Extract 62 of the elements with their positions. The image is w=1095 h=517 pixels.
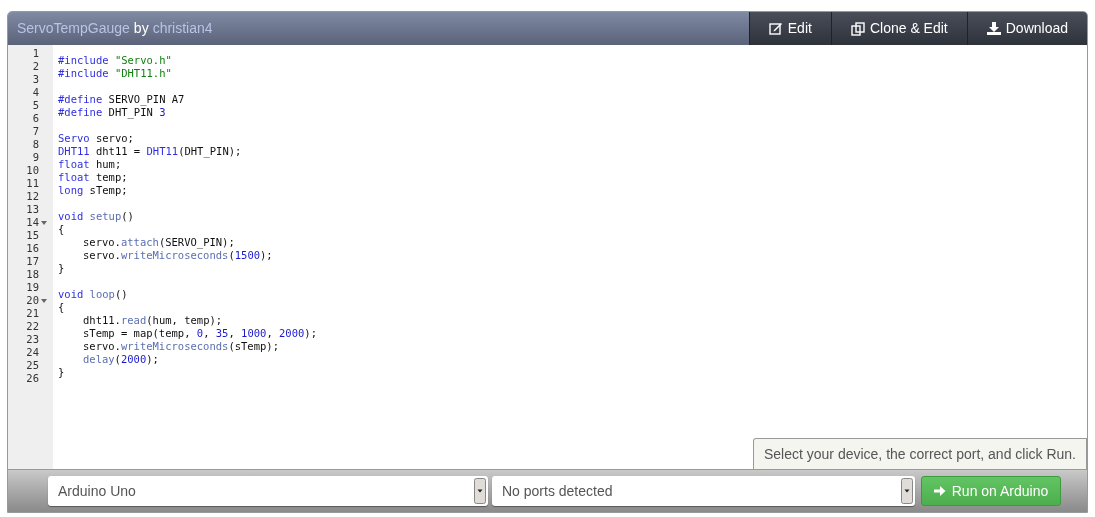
- line-number: 16: [26, 242, 39, 255]
- line-number: 12: [26, 190, 39, 203]
- line-number: 17: [26, 255, 39, 268]
- code-line: float hum;: [58, 158, 122, 170]
- line-number: 7: [32, 125, 39, 138]
- code-line: }: [58, 366, 65, 378]
- line-number: 14: [26, 216, 39, 229]
- code-line: float temp;: [58, 171, 128, 183]
- line-number: 13: [26, 203, 39, 216]
- line-number: 18: [26, 268, 39, 281]
- line-number: 3: [32, 73, 39, 86]
- code-line: void setup(): [58, 210, 134, 222]
- line-number: 9: [32, 151, 39, 164]
- code-line: #define DHT_PIN 3: [58, 106, 166, 118]
- line-number: 2: [32, 60, 39, 73]
- caret-icon: [474, 478, 486, 504]
- by-text: by: [133, 19, 149, 38]
- code-line: sTemp = map(temp, 0, 35, 1000, 2000);: [83, 327, 317, 339]
- clone-button[interactable]: Clone & Edit: [830, 12, 967, 45]
- line-number: 24: [26, 346, 39, 359]
- code-line: {: [58, 223, 65, 235]
- line-number: 8: [32, 138, 39, 151]
- line-number: 4: [32, 86, 39, 99]
- line-number: 15: [26, 229, 39, 242]
- download-icon: [986, 22, 1001, 35]
- line-number: 20: [26, 294, 39, 307]
- code-line: {: [58, 301, 65, 313]
- line-number: 5: [32, 99, 39, 112]
- line-number: 1: [32, 47, 39, 60]
- code-line: #include "Servo.h": [58, 54, 172, 66]
- caret-icon: [901, 478, 913, 504]
- line-number: 26: [26, 372, 39, 385]
- copy-icon: [850, 21, 865, 36]
- line-number: 22: [26, 320, 39, 333]
- code-line: Servo servo;: [58, 132, 134, 144]
- code-line: void loop(): [58, 288, 128, 300]
- line-number: 25: [26, 359, 39, 372]
- arrow-right-icon: [933, 485, 946, 497]
- line-number: 11: [26, 177, 39, 190]
- code-line: servo.writeMicroseconds(1500);: [83, 249, 273, 261]
- line-number: 6: [32, 112, 39, 125]
- hint-tooltip: Select your device, the correct port, and click Run.: [752, 438, 1087, 469]
- code-line: }: [58, 262, 65, 274]
- code-line: DHT11 dht11 = DHT11(DHT_PIN);: [58, 145, 242, 157]
- line-number: 19: [26, 281, 39, 294]
- port-select[interactable]: No ports detected: [492, 476, 915, 506]
- line-number: 10: [26, 164, 39, 177]
- fold-caret-icon[interactable]: [41, 220, 47, 225]
- code-line: #include "DHT11.h": [58, 67, 172, 79]
- line-number: 23: [26, 333, 39, 346]
- code-line: long sTemp;: [58, 184, 128, 196]
- board-select[interactable]: Arduino Uno: [48, 476, 488, 506]
- code-line: servo.attach(SERVO_PIN);: [83, 236, 235, 248]
- code-line: dht11.read(hum, temp);: [83, 314, 223, 326]
- edit-icon: [768, 22, 783, 35]
- edit-button[interactable]: Edit: [748, 12, 831, 45]
- download-button[interactable]: Download: [966, 12, 1087, 45]
- code-line: #define SERVO_PIN A7: [58, 93, 185, 105]
- code-line: servo.writeMicroseconds(sTemp);: [83, 340, 279, 352]
- line-number: 21: [26, 307, 39, 320]
- fold-caret-icon[interactable]: [41, 298, 47, 303]
- code-line: delay(2000);: [83, 353, 159, 365]
